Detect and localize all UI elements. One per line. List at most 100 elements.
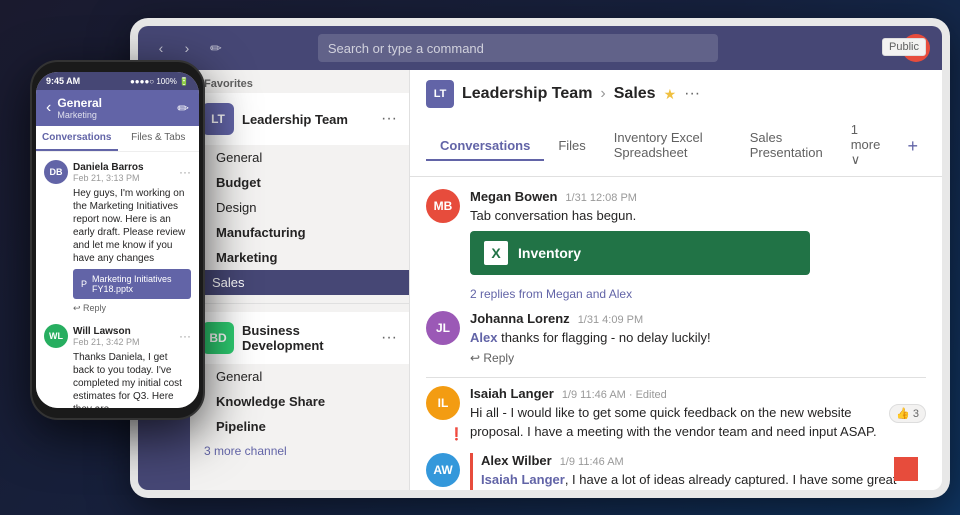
channel-manufacturing[interactable]: Manufacturing (194, 220, 405, 245)
phone-author-daniela: Daniela Barros Feb 21, 3:13 PM (73, 162, 144, 183)
msg2-header: Johanna Lorenz 1/31 4:09 PM (470, 311, 926, 326)
bizdev-more-icon[interactable]: ··· (381, 329, 397, 347)
msg3-content: Isaiah Langer 1/9 11:46 AM · Edited Hi a… (470, 386, 926, 440)
tab-inventory[interactable]: Inventory Excel Spreadsheet (600, 124, 736, 168)
channel-marketing[interactable]: Marketing (194, 245, 405, 270)
tab-sales[interactable]: Sales Presentation (736, 124, 837, 168)
msg4-author: Alex Wilber (481, 453, 552, 468)
phone-avatar-daniela: DB (44, 160, 68, 184)
title-separator: › (600, 85, 605, 103)
channel-budget[interactable]: Budget (194, 170, 405, 195)
mention-alex: Alex (470, 330, 497, 345)
msg3-author: Isaiah Langer (470, 386, 554, 401)
urgent-icon: ❗ (449, 427, 464, 441)
phone-edit-icon[interactable]: ✏ (177, 100, 189, 117)
phone-msg-will: WL Will Lawson Feb 21, 3:42 PM ··· Thank… (44, 324, 191, 408)
channel-sales[interactable]: Sales (190, 270, 409, 295)
replies-text[interactable]: 2 replies from Megan and Alex (470, 287, 926, 301)
bizdev-knowledge[interactable]: Knowledge Share (194, 389, 405, 414)
star-icon[interactable]: ★ (664, 86, 677, 103)
mention-isaiah: Isaiah Langer (481, 472, 565, 487)
phone-tab-conversations[interactable]: Conversations (36, 126, 118, 151)
team-avatar: LT (202, 103, 234, 135)
add-tab-button[interactable]: + (899, 132, 926, 161)
phone-status-bar: 9:45 AM ●●●●○ 100% 🔋 (36, 72, 199, 90)
channel-design[interactable]: Design (194, 195, 405, 220)
edit-icon[interactable]: ✏ (210, 40, 222, 57)
tablet-frame: ‹ › ✏ Search or type a command MB Activi… (130, 18, 950, 498)
phone-will-text: Thanks Daniela, I get back to you today.… (73, 351, 191, 408)
chat-header: LT Leadership Team › Sales ★ ··· Public … (410, 70, 942, 177)
msg4-text: Isaiah Langer, I have a lot of ideas alr… (481, 471, 926, 490)
phone-indicators: ●●●●○ 100% 🔋 (130, 77, 189, 86)
chat-title: Leadership Team (462, 85, 592, 103)
search-bar[interactable]: Search or type a command (318, 34, 718, 62)
phone-daniela-file[interactable]: P Marketing Initiatives FY18.pptx (73, 269, 191, 299)
nav-arrows: ‹ › (150, 37, 198, 59)
search-placeholder: Search or type a command (328, 41, 484, 56)
bizdev-general[interactable]: General (194, 364, 405, 389)
phone-channel-title: General (57, 96, 102, 110)
excel-card[interactable]: X Inventory (470, 231, 810, 275)
phone-back-button[interactable]: ‹ (46, 99, 51, 117)
phone-will-more[interactable]: ··· (179, 329, 191, 343)
bizdev-team-header[interactable]: BD Business Development ··· (190, 312, 409, 364)
excel-label: Inventory (518, 245, 581, 261)
phone-will-time: Feb 21, 3:42 PM (73, 337, 140, 347)
divider-1 (426, 377, 926, 378)
channels-panel: Favorites LT Leadership Team ··· General… (190, 70, 410, 490)
more-channels[interactable]: 3 more channel (190, 439, 409, 463)
messages-area: MB Megan Bowen 1/31 12:08 PM Tab convers… (410, 177, 942, 490)
phone-screen: 9:45 AM ●●●●○ 100% 🔋 ‹ General Marketing… (36, 72, 199, 408)
tab-files[interactable]: Files (544, 132, 599, 161)
phone-avatar-will: WL (44, 324, 68, 348)
msg3-row: Hi all - I would like to get some quick … (470, 404, 926, 440)
message-group-3: IL ❗ Isaiah Langer 1/9 11:46 AM · Edited… (426, 386, 926, 440)
team-name: Leadership Team (242, 112, 373, 127)
msg1-avatar: MB (426, 189, 460, 223)
phone-tab-files[interactable]: Files & Tabs (118, 126, 200, 151)
phone-daniela-name: Daniela Barros (73, 162, 144, 173)
msg1-author: Megan Bowen (470, 189, 557, 204)
tab-more[interactable]: 1 more ∨ (837, 116, 900, 176)
top-bar: ‹ › ✏ Search or type a command MB (138, 26, 942, 70)
channel-more-icon[interactable]: ··· (684, 85, 700, 103)
msg3-header: Isaiah Langer 1/9 11:46 AM · Edited (470, 386, 926, 401)
phone-msg-daniela: DB Daniela Barros Feb 21, 3:13 PM ··· He… (44, 160, 191, 314)
bizdev-pipeline[interactable]: Pipeline (194, 414, 405, 439)
chat-panel: LT Leadership Team › Sales ★ ··· Public … (410, 70, 942, 490)
msg3-text: Hi all - I would like to get some quick … (470, 404, 883, 440)
phone-daniela-reply[interactable]: ↩ Reply (73, 303, 191, 314)
excel-icon: X (484, 241, 508, 265)
msg4-header: Alex Wilber 1/9 11:46 AM (481, 453, 926, 468)
bizdev-name: Business Development (242, 323, 373, 353)
back-button[interactable]: ‹ (150, 37, 172, 59)
phone-daniela-text: Hey guys, I'm working on the Marketing I… (73, 187, 191, 265)
msg4-content: Alex Wilber 1/9 11:46 AM Isaiah Langer, … (470, 453, 926, 490)
channel-general[interactable]: General (194, 145, 405, 170)
phone-msg-will-header: WL Will Lawson Feb 21, 3:42 PM ··· (44, 324, 191, 348)
team-more-icon[interactable]: ··· (381, 110, 397, 128)
msg1-content: Megan Bowen 1/31 12:08 PM Tab conversati… (470, 189, 926, 275)
main-area: Activity Chat 1 Teams Favorites LT (138, 70, 942, 490)
forward-button[interactable]: › (176, 37, 198, 59)
phone-will-name: Will Lawson (73, 326, 140, 337)
msg4-avatar: AW (426, 453, 460, 487)
chat-tabs: Conversations Files Inventory Excel Spre… (426, 116, 926, 176)
msg3-time: 1/9 11:46 AM · Edited (562, 389, 667, 401)
pptx-label: Marketing Initiatives FY18.pptx (92, 274, 183, 294)
msg4-time: 1/9 11:46 AM (560, 456, 624, 468)
bizdev-avatar: BD (202, 322, 234, 354)
tab-conversations[interactable]: Conversations (426, 132, 544, 161)
phone-frame: 9:45 AM ●●●●○ 100% 🔋 ‹ General Marketing… (30, 60, 205, 420)
msg2-reply[interactable]: ↩ Reply (470, 351, 926, 365)
team-header[interactable]: LT Leadership Team ··· (190, 93, 409, 145)
phone-daniela-time: Feb 21, 3:13 PM (73, 173, 144, 183)
message-group-1: MB Megan Bowen 1/31 12:08 PM Tab convers… (426, 189, 926, 275)
msg2-text: Alex thanks for flagging - no delay luck… (470, 329, 926, 347)
msg2-avatar: JL (426, 311, 460, 345)
chat-channel-name: Sales (614, 85, 656, 103)
phone-daniela-more[interactable]: ··· (179, 165, 191, 179)
message-group-2: JL Johanna Lorenz 1/31 4:09 PM Alex than… (426, 311, 926, 365)
like-badge[interactable]: 👍 3 (889, 404, 926, 423)
